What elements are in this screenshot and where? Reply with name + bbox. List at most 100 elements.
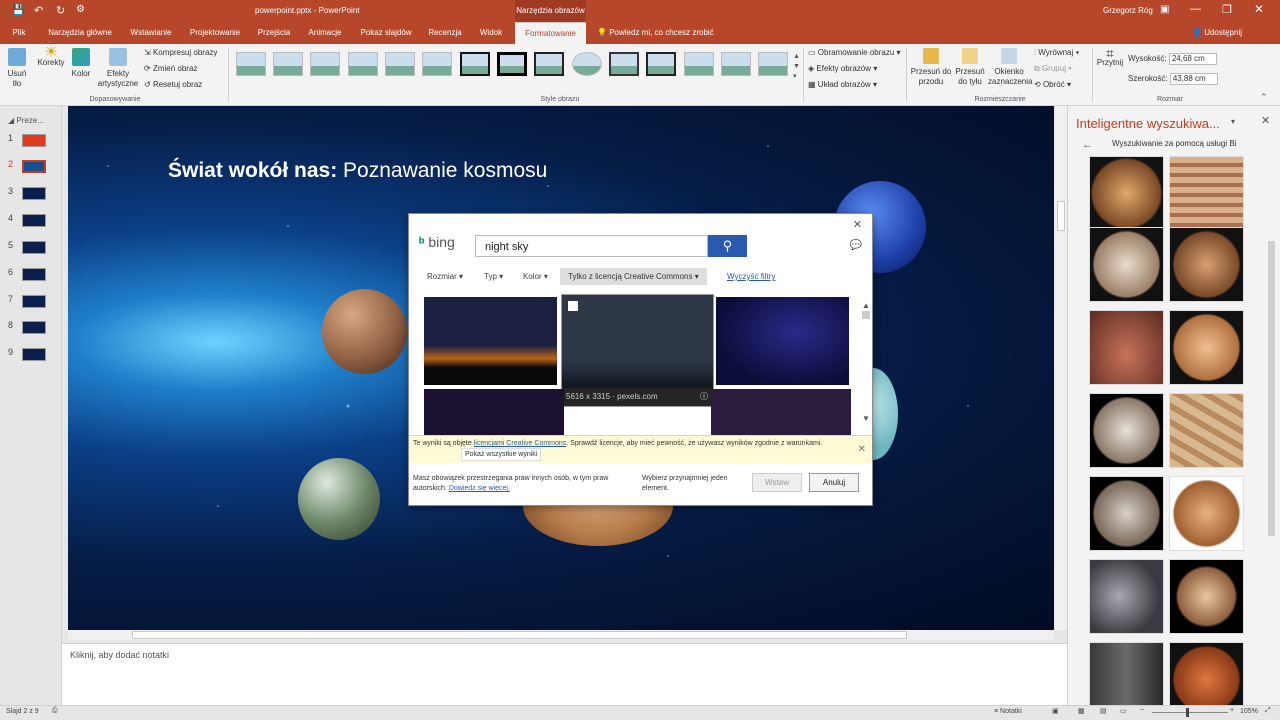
vertical-scrollbar[interactable] bbox=[1055, 106, 1067, 630]
picture-style-thumb[interactable] bbox=[646, 52, 676, 76]
cancel-button[interactable]: Anuluj bbox=[809, 473, 859, 492]
share-button[interactable]: 👤 Udostępnij bbox=[1192, 28, 1242, 37]
jupiter-thumb[interactable] bbox=[1089, 156, 1164, 231]
slideshow-view-icon[interactable]: ▭ bbox=[1120, 707, 1127, 715]
selection-pane-button[interactable]: Okienko zaznaczenia bbox=[988, 48, 1032, 87]
jupiter-thumb[interactable] bbox=[1089, 559, 1164, 634]
horizontal-scrollbar[interactable] bbox=[68, 630, 1054, 640]
slide-thumbnail[interactable] bbox=[22, 295, 46, 308]
pane-options-icon[interactable]: ▾ bbox=[1231, 117, 1235, 126]
picture-style-thumb[interactable] bbox=[758, 52, 788, 76]
notice-close-icon[interactable]: ✕ bbox=[858, 444, 866, 455]
undo-icon[interactable]: ↶ bbox=[34, 4, 43, 17]
save-icon[interactable]: 💾 bbox=[12, 5, 24, 16]
width-input[interactable]: 43,88 cm bbox=[1169, 73, 1218, 85]
jupiter-thumb[interactable] bbox=[1089, 476, 1164, 551]
crop-button[interactable]: ⌗ Przytnij bbox=[1096, 46, 1124, 68]
jupiter-thumb[interactable] bbox=[1169, 156, 1244, 231]
notes-pane[interactable]: Kliknij, aby dodać notatki bbox=[62, 643, 1067, 705]
tab-transitions[interactable]: Przejścia bbox=[253, 22, 295, 44]
jupiter-thumb[interactable] bbox=[1089, 393, 1164, 468]
zoom-slider[interactable] bbox=[1152, 708, 1228, 717]
result-image[interactable] bbox=[424, 389, 564, 435]
picture-style-thumb[interactable] bbox=[310, 52, 340, 76]
picture-style-thumb[interactable] bbox=[497, 52, 527, 76]
picture-effects-button[interactable]: ◈ Efekty obrazów ▾ bbox=[808, 64, 877, 74]
picture-style-thumb[interactable] bbox=[609, 52, 639, 76]
dialog-close-icon[interactable]: ✕ bbox=[853, 218, 862, 231]
tab-file[interactable]: Plik bbox=[5, 22, 33, 44]
result-image-hovered[interactable]: 5616 x 3315 · pexels.com ⓘ bbox=[561, 294, 714, 407]
fit-to-window-icon[interactable]: ⤢ bbox=[1265, 707, 1271, 715]
tell-me-box[interactable]: 💡 Powiedz mi, co chcesz zrobić bbox=[597, 28, 714, 37]
close-icon[interactable]: ✕ bbox=[1254, 2, 1264, 16]
search-input[interactable]: night sky bbox=[475, 235, 708, 257]
minimize-icon[interactable]: — bbox=[1190, 3, 1201, 15]
select-checkbox[interactable] bbox=[568, 301, 578, 311]
result-image[interactable] bbox=[424, 297, 557, 385]
group-button[interactable]: ⧉ Grupuj ▾ bbox=[1034, 64, 1072, 74]
style-gallery-scroll[interactable]: ▲ ▼ ▾ bbox=[793, 52, 800, 82]
tab-slideshow[interactable]: Pokaz slajdów bbox=[356, 22, 416, 44]
jupiter-thumb[interactable] bbox=[1169, 393, 1244, 468]
back-arrow-icon[interactable]: ← bbox=[1082, 139, 1093, 151]
result-image[interactable] bbox=[711, 389, 851, 435]
slide-title[interactable]: Świat wokół nas: Poznawanie kosmosu bbox=[168, 159, 547, 183]
redo-icon[interactable]: ↻ bbox=[56, 4, 65, 17]
search-button[interactable]: ⚲ bbox=[708, 235, 747, 257]
slide-thumbnail[interactable] bbox=[22, 160, 46, 173]
reset-picture-button[interactable]: ↺ Resetuj obraz bbox=[144, 80, 202, 90]
picture-style-thumb[interactable] bbox=[422, 52, 452, 76]
results-scrollbar[interactable]: ▲ bbox=[862, 300, 870, 322]
filter-size[interactable]: Rozmiar ▾ bbox=[427, 272, 463, 281]
scroll-thumb[interactable] bbox=[1057, 201, 1065, 231]
customize-icon[interactable]: ⚙ bbox=[76, 4, 85, 15]
tab-insert[interactable]: Wstawianie bbox=[125, 22, 177, 44]
jupiter-thumb[interactable] bbox=[1169, 476, 1244, 551]
results-scroll-down[interactable]: ▼ bbox=[862, 414, 870, 423]
corrections-button[interactable]: ☀ Korekty bbox=[36, 45, 66, 68]
picture-layout-button[interactable]: ▦ Układ obrazów ▾ bbox=[808, 80, 877, 90]
info-icon[interactable]: ⓘ bbox=[700, 388, 708, 406]
picture-style-thumb[interactable] bbox=[534, 52, 564, 76]
change-picture-button[interactable]: ⟳ Zmień obraz bbox=[144, 64, 197, 74]
remove-background-button[interactable]: Usuń tło bbox=[4, 48, 30, 89]
picture-style-thumb[interactable] bbox=[385, 52, 415, 76]
clear-filters-link[interactable]: Wyczyść filtry bbox=[727, 272, 775, 281]
jupiter-thumb[interactable] bbox=[1089, 642, 1164, 706]
result-image[interactable] bbox=[716, 297, 849, 385]
zoom-in-icon[interactable]: + bbox=[1230, 707, 1234, 714]
tab-home[interactable]: Narzędzia główne bbox=[44, 22, 116, 44]
slide-thumbnail[interactable] bbox=[22, 214, 46, 227]
results-scroll-thumb[interactable] bbox=[862, 311, 870, 319]
reading-view-icon[interactable]: ▤ bbox=[1100, 707, 1107, 715]
artistic-effects-button[interactable]: Efekty artystyczne bbox=[96, 48, 140, 89]
maximize-icon[interactable]: ❐ bbox=[1222, 3, 1232, 16]
compress-button[interactable]: ⇲ Kompresuj obrazy bbox=[144, 48, 217, 58]
insert-button[interactable]: Wstaw bbox=[752, 473, 802, 492]
rotate-button[interactable]: ⟲ Obróć ▾ bbox=[1034, 80, 1071, 90]
filter-color[interactable]: Kolor ▾ bbox=[523, 272, 548, 281]
jupiter-thumb[interactable] bbox=[1169, 642, 1244, 706]
picture-style-thumb[interactable] bbox=[273, 52, 303, 76]
picture-style-thumb[interactable] bbox=[236, 52, 266, 76]
picture-style-thumb[interactable] bbox=[460, 52, 490, 76]
normal-view-icon[interactable]: ▣ bbox=[1052, 707, 1059, 715]
zoom-slider-thumb[interactable] bbox=[1186, 708, 1189, 717]
jupiter-thumb[interactable] bbox=[1169, 559, 1244, 634]
picture-style-thumb[interactable] bbox=[348, 52, 378, 76]
jupiter-thumb[interactable] bbox=[1169, 310, 1244, 385]
picture-style-thumb[interactable] bbox=[572, 52, 602, 76]
slide-thumbnail[interactable] bbox=[22, 187, 46, 200]
tab-view[interactable]: Widok bbox=[474, 22, 508, 44]
filter-creative-commons[interactable]: Tylko z licencją Creative Commons ▾ bbox=[560, 268, 707, 285]
zoom-level[interactable]: 105% bbox=[1240, 708, 1258, 715]
slide-thumbnail[interactable] bbox=[22, 241, 46, 254]
picture-border-button[interactable]: ▭ Obramowanie obrazu ▾ bbox=[808, 48, 901, 58]
pane-scrollbar[interactable] bbox=[1266, 156, 1276, 676]
tab-review[interactable]: Recenzja bbox=[424, 22, 466, 44]
filter-type[interactable]: Typ ▾ bbox=[484, 272, 503, 281]
tab-animations[interactable]: Animacje bbox=[303, 22, 347, 44]
tab-format[interactable]: Formatowanie bbox=[515, 22, 586, 44]
spellcheck-icon[interactable]: ⎙ bbox=[52, 707, 58, 715]
